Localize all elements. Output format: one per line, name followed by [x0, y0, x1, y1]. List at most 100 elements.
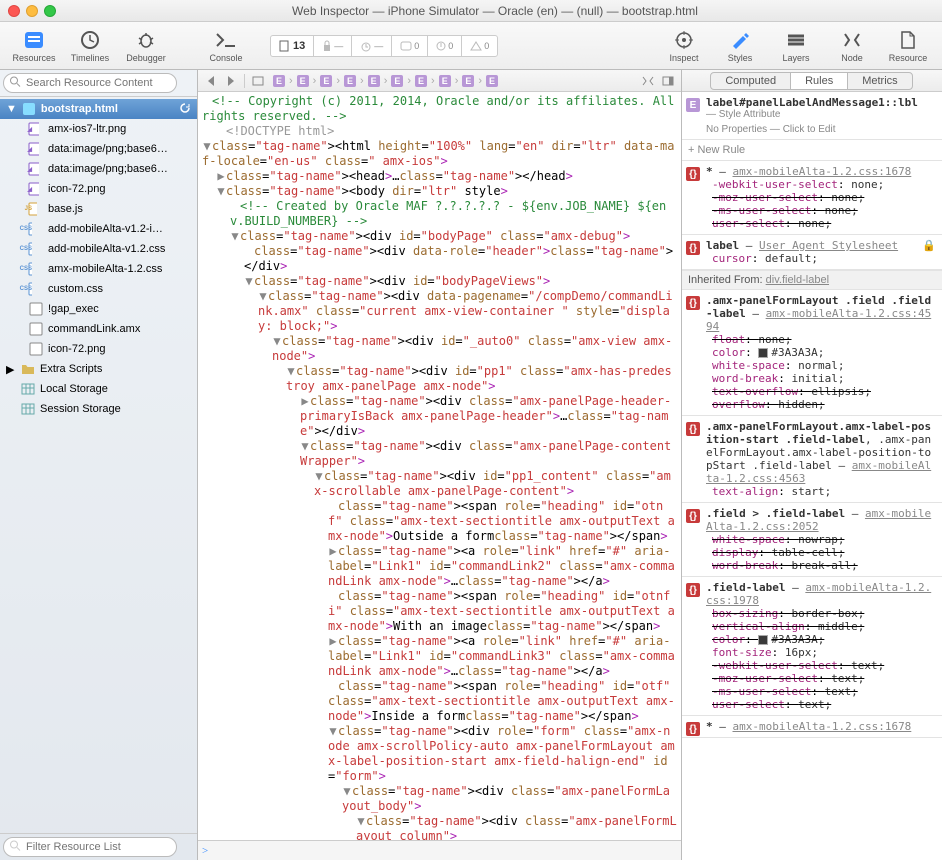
dom-node[interactable]: ▼class="tag-name"><div class="amx-panelF… — [202, 814, 677, 840]
tree-item[interactable]: ◢amx-ios7-ltr.png — [0, 119, 197, 139]
css-property[interactable]: font-size: 16px; — [712, 646, 936, 659]
disclosure-triangle-icon[interactable]: ▼ — [314, 469, 324, 484]
dom-node[interactable]: ▶class="tag-name"><a role="link" href="#… — [202, 544, 677, 589]
warning-count[interactable]: 0 — [462, 35, 497, 57]
css-property[interactable]: display: table-cell; — [712, 546, 936, 559]
disclosure-triangle-icon[interactable] — [328, 679, 338, 694]
breadcrumb-segment[interactable]: E — [293, 75, 313, 87]
disclosure-triangle-icon[interactable]: ▼ — [300, 439, 310, 454]
source-link[interactable]: User Agent Stylesheet — [759, 239, 898, 252]
dom-node[interactable]: ▼class="tag-name"><body dir="ltr" style> — [202, 184, 677, 199]
console-button[interactable]: Console — [198, 29, 254, 63]
nav-angle-button[interactable] — [639, 73, 657, 89]
dom-node[interactable]: ▼class="tag-name"><div class="amx-panelP… — [202, 439, 677, 469]
rules-body[interactable]: E label#panelLabelAndMessage1::lbl — Sty… — [682, 92, 942, 860]
css-property[interactable]: -ms-user-select: text; — [712, 685, 936, 698]
css-property[interactable]: cursor: default; — [712, 252, 936, 265]
dom-node[interactable]: class="tag-name"><span role="heading" id… — [202, 499, 677, 544]
reload-icon[interactable] — [179, 102, 191, 117]
window-close-button[interactable] — [8, 5, 20, 17]
search-input[interactable] — [3, 73, 177, 93]
css-rule[interactable]: {} .field > .field-label — amx-mobileAlt… — [682, 503, 942, 577]
dom-tree[interactable]: <!-- Copyright (c) 2011, 2014, Oracle an… — [198, 92, 681, 840]
disclosure-triangle-icon[interactable]: ▶ — [216, 169, 226, 184]
tree-folder[interactable]: Session Storage — [0, 399, 197, 419]
style-attribute-block[interactable]: E label#panelLabelAndMessage1::lbl — Sty… — [682, 92, 942, 140]
css-property[interactable]: word-break: break-all; — [712, 559, 936, 572]
disclosure-triangle-icon[interactable]: ▼ — [286, 364, 296, 379]
css-property[interactable]: color: #3A3A3A; — [712, 633, 936, 646]
node-button[interactable]: Node — [824, 29, 880, 63]
css-property[interactable]: text-overflow: ellipsis; — [712, 385, 936, 398]
disclosure-triangle-icon[interactable] — [230, 199, 240, 214]
tree-folder[interactable]: ▶Extra Scripts — [0, 359, 197, 379]
dom-node[interactable]: ▼class="tag-name"><div role="form" class… — [202, 724, 677, 784]
tree-item[interactable]: ◢data:image/png;base6… — [0, 139, 197, 159]
css-rule[interactable]: {} .amx-panelFormLayout .field .field-la… — [682, 290, 942, 416]
disclosure-triangle-icon[interactable] — [328, 499, 338, 514]
dom-node[interactable]: ▼class="tag-name"><div class="amx-panelF… — [202, 784, 677, 814]
disclosure-triangle-icon[interactable]: ▼ — [202, 139, 212, 154]
nav-collapse-button[interactable] — [659, 73, 677, 89]
dom-node[interactable]: <!-- Created by Oracle MAF ?.?.?.?.? - $… — [202, 199, 677, 229]
disclosure-triangle-icon[interactable]: ▼ — [6, 103, 17, 115]
css-property[interactable]: text-align: start; — [712, 485, 936, 498]
css-property[interactable]: white-space: nowrap; — [712, 533, 936, 546]
lock-icon[interactable]: — — [314, 35, 352, 57]
disclosure-triangle-icon[interactable]: ▶ — [300, 394, 310, 409]
disclosure-triangle-icon[interactable]: ▼ — [216, 184, 226, 199]
css-rule[interactable]: {} .field-label — amx-mobileAlta-1.2.css… — [682, 577, 942, 716]
inherit-from-link[interactable]: div.field-label — [766, 274, 829, 286]
css-property[interactable]: -moz-user-select: none; — [712, 191, 936, 204]
dom-node[interactable]: ▼class="tag-name"><div data-pagename="/c… — [202, 289, 677, 334]
dom-node[interactable]: ▼class="tag-name"><div id="pp1" class="a… — [202, 364, 677, 394]
tree-item[interactable]: CSSamx-mobileAlta-1.2.css — [0, 259, 197, 279]
css-property[interactable]: -moz-user-select: text; — [712, 672, 936, 685]
breadcrumb-segment[interactable]: E — [387, 75, 407, 87]
css-rule[interactable]: {} .amx-panelFormLayout.amx-label-positi… — [682, 416, 942, 503]
css-property[interactable]: user-select: none; — [712, 217, 936, 230]
dom-node[interactable]: ▼class="tag-name"><div id="bodyPage" cla… — [202, 229, 677, 244]
debugger-button[interactable]: Debugger — [118, 29, 174, 63]
source-link[interactable]: amx-mobileAlta-1.2.css:4563 — [706, 459, 931, 485]
tree-item[interactable]: CSScustom.css — [0, 279, 197, 299]
dom-node[interactable]: ▼class="tag-name"><html height="100%" la… — [202, 139, 677, 169]
tab-rules[interactable]: Rules — [790, 72, 848, 90]
disclosure-triangle-icon[interactable]: ▼ — [244, 274, 254, 289]
css-property[interactable]: white-space: normal; — [712, 359, 936, 372]
timelines-button[interactable]: Timelines — [62, 29, 118, 63]
dom-node[interactable]: ▶class="tag-name"><div class="amx-panelP… — [202, 394, 677, 439]
tree-item[interactable]: icon-72.png — [0, 339, 197, 359]
css-property[interactable]: -webkit-user-select: text; — [712, 659, 936, 672]
dom-node[interactable]: class="tag-name"><span role="heading" id… — [202, 589, 677, 634]
dom-node[interactable]: ▼class="tag-name"><div id="bodyPageViews… — [202, 274, 677, 289]
breadcrumb-segment[interactable]: E — [435, 75, 455, 87]
new-rule-button[interactable]: + New Rule — [682, 140, 942, 161]
tree-item[interactable]: commandLink.amx — [0, 319, 197, 339]
dom-node[interactable]: ▶class="tag-name"><head>…class="tag-name… — [202, 169, 677, 184]
dom-node[interactable]: <!DOCTYPE html> — [202, 124, 677, 139]
css-rule[interactable]: {} * — amx-mobileAlta-1.2.css:1678 — [682, 716, 942, 738]
disclosure-triangle-icon[interactable]: ▼ — [272, 334, 282, 349]
dom-node[interactable]: ▼class="tag-name"><div id="pp1_content" … — [202, 469, 677, 499]
disclosure-triangle-icon[interactable] — [216, 124, 226, 139]
disclosure-triangle-icon[interactable] — [328, 589, 338, 604]
disclosure-triangle-icon[interactable]: ▼ — [258, 289, 268, 304]
nav-back-button[interactable] — [202, 73, 220, 89]
resource-tree[interactable]: ▼ bootstrap.html ◢amx-ios7-ltr.png◢data:… — [0, 97, 197, 833]
tree-item[interactable]: CSSadd-mobileAlta-v1.2.css — [0, 239, 197, 259]
resources-button[interactable]: Resources — [6, 29, 62, 63]
disclosure-triangle-icon[interactable] — [202, 94, 212, 109]
css-property[interactable]: color: #3A3A3A; — [712, 346, 936, 359]
nav-forward-button[interactable] — [222, 73, 240, 89]
styles-button[interactable]: Styles — [712, 29, 768, 63]
css-property[interactable]: word-break: initial; — [712, 372, 936, 385]
inspect-button[interactable]: Inspect — [656, 29, 712, 63]
css-property[interactable]: -webkit-user-select: none; — [712, 178, 936, 191]
nav-root-button[interactable] — [249, 73, 267, 89]
tree-item[interactable]: ◢data:image/png;base6… — [0, 159, 197, 179]
css-property[interactable]: user-select: text; — [712, 698, 936, 711]
disclosure-triangle-icon[interactable] — [244, 244, 254, 259]
tree-item[interactable]: JSbase.js — [0, 199, 197, 219]
css-property[interactable]: float: none; — [712, 333, 936, 346]
